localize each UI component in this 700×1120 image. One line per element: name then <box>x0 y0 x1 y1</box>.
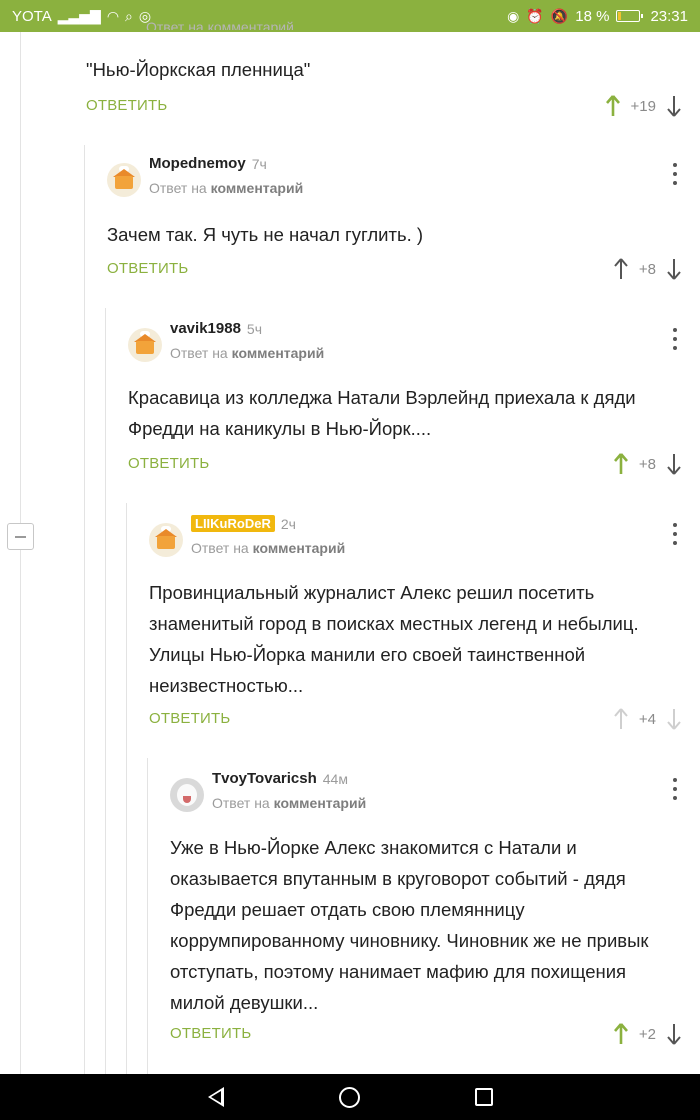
more-options-icon[interactable] <box>672 778 678 800</box>
reply-to-label[interactable]: Ответ на комментарий <box>149 180 303 196</box>
back-icon[interactable] <box>207 1087 224 1107</box>
author-name[interactable]: Mopednemoy <box>149 155 246 172</box>
author-name[interactable]: TvoyTovaricsh <box>212 770 317 787</box>
more-options-icon[interactable] <box>672 163 678 185</box>
comment-text: Провинциальный журналист Алекс решил пос… <box>149 582 639 696</box>
upvote-arrow-icon[interactable] <box>613 1022 629 1046</box>
thread-line <box>84 145 85 1074</box>
vote-count: +4 <box>638 710 656 728</box>
thread-line <box>147 758 148 1074</box>
comment-time: 7ч <box>251 155 267 172</box>
vote-count: +2 <box>638 1025 656 1043</box>
comment-time: 44м <box>322 770 348 787</box>
vote-count: +8 <box>638 260 656 278</box>
comment: TvoyTovaricsh 44м Ответ на комментарий Уж… <box>170 770 700 1060</box>
comment-time: 2ч <box>280 515 296 532</box>
avatar[interactable] <box>149 523 183 557</box>
carrier-label: YOTA <box>12 7 52 25</box>
avatar[interactable] <box>107 163 141 197</box>
comment-text: "Нью-Йоркская пленница" <box>86 59 311 80</box>
avatar[interactable] <box>128 328 162 362</box>
comment: vavik1988 5ч Ответ на комментарий Красави… <box>128 320 700 480</box>
avatar[interactable] <box>170 778 204 812</box>
upvote-arrow-icon[interactable] <box>613 707 629 731</box>
recent-apps-icon[interactable] <box>474 1088 493 1106</box>
downvote-arrow-icon[interactable] <box>666 94 682 118</box>
thread-line <box>105 308 106 1074</box>
reply-button[interactable]: ОТВЕТИТЬ <box>149 710 230 727</box>
downvote-arrow-icon[interactable] <box>666 1022 682 1046</box>
collapse-thread-button[interactable] <box>7 523 34 550</box>
home-icon[interactable] <box>338 1086 360 1108</box>
reply-button[interactable]: ОТВЕТИТЬ <box>128 455 209 472</box>
reply-button[interactable]: ОТВЕТИТЬ <box>86 97 167 114</box>
downvote-arrow-icon[interactable] <box>666 257 682 281</box>
downvote-arrow-icon[interactable] <box>666 452 682 476</box>
thread-line <box>126 503 127 1074</box>
upvote-arrow-icon[interactable] <box>605 94 621 118</box>
reply-to-label: Ответ на комментарий <box>146 20 294 30</box>
reply-to-label[interactable]: Ответ на комментарий <box>191 540 345 556</box>
vote-count: +19 <box>630 97 656 115</box>
comment: Mopednemoy 7ч Ответ на комментарий Зачем … <box>107 155 700 285</box>
reply-to-label[interactable]: Ответ на комментарий <box>212 795 366 811</box>
thread-line <box>20 550 21 1074</box>
reply-to-label[interactable]: Ответ на комментарий <box>170 345 324 361</box>
author-name[interactable]: vavik1988 <box>170 320 241 337</box>
comment-time: 5ч <box>246 320 262 337</box>
comment: LIIKuRoDeR 2ч Ответ на комментарий Провин… <box>149 515 700 735</box>
comment-text: Уже в Нью-Йорке Алекс знакомится с Натал… <box>170 837 649 1013</box>
upvote-arrow-icon[interactable] <box>613 452 629 476</box>
comment: Ответ на комментарий "Нью-Йоркская пленн… <box>86 14 700 124</box>
upvote-arrow-icon[interactable] <box>613 257 629 281</box>
reply-button[interactable]: ОТВЕТИТЬ <box>107 260 188 277</box>
reply-button[interactable]: ОТВЕТИТЬ <box>170 1025 251 1042</box>
thread-line <box>20 32 21 523</box>
comment-text: Зачем так. Я чуть не начал гуглить. ) <box>107 224 424 245</box>
more-options-icon[interactable] <box>672 328 678 350</box>
comment-text: Красавица из колледжа Натали Вэрлейнд пр… <box>128 387 636 439</box>
navigation-bar <box>0 1074 700 1120</box>
author-name[interactable]: LIIKuRoDeR <box>191 515 275 532</box>
more-options-icon[interactable] <box>672 523 678 545</box>
downvote-arrow-icon[interactable] <box>666 707 682 731</box>
vote-count: +8 <box>638 455 656 473</box>
